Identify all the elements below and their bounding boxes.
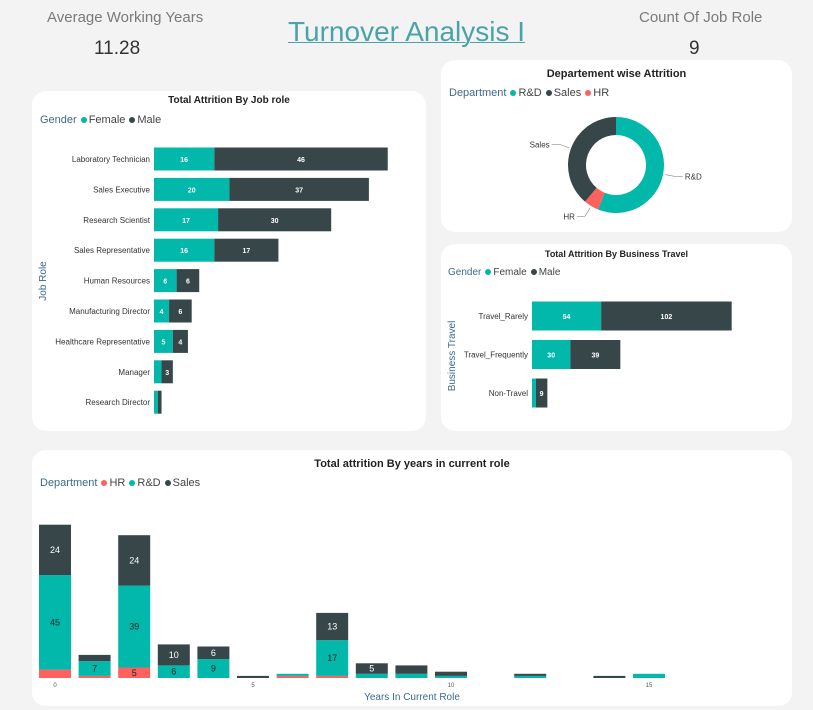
department-card: Departement wise Attrition Department R&D… (441, 60, 792, 232)
data-label: 24 (50, 545, 60, 555)
data-label: 20 (188, 187, 196, 194)
years-role-chart: 45 24 7 5 39 24 6 10 9 6 17 13 5 0 5 10 15 Years In Curre… (39, 524, 665, 703)
data-label: 4 (160, 309, 164, 316)
kpi-job-role-count-value: 9 (689, 38, 700, 59)
bar-segment (514, 673, 547, 676)
data-label: 17 (242, 248, 250, 255)
business-travel-chart: Travel_Rarely 54 102 Travel_Frequently 30 39 N… (447, 301, 732, 408)
data-label: 5 (369, 664, 374, 674)
data-label: 30 (547, 353, 555, 360)
slice-label: Sales (530, 140, 550, 149)
bar-segment (435, 671, 467, 676)
category-label: Manager (118, 368, 150, 377)
data-label: 6 (211, 648, 216, 658)
x-tick-label: 0 (53, 683, 57, 689)
bar-segment (276, 673, 309, 676)
data-label: 5 (132, 668, 137, 678)
data-label: 9 (540, 391, 544, 398)
bar-segment (154, 360, 162, 384)
bar-segment (514, 675, 547, 678)
job-role-chart: Laboratory Technician 16 46Sales Executive… (38, 147, 388, 414)
bar-segment (237, 675, 269, 678)
data-label: 3 (165, 370, 169, 377)
bar-segment (593, 675, 626, 678)
data-label: 46 (297, 157, 305, 164)
kpi-job-role-count-label: Count Of Job Role (639, 9, 763, 26)
bar-segment (395, 665, 428, 674)
x-axis-title: Years In Current Role (364, 692, 460, 703)
data-label: 102 (661, 314, 673, 321)
slice-label: HR (563, 212, 575, 221)
category-label: Human Resources (84, 277, 150, 286)
leader-line (584, 207, 591, 217)
bar-segment (78, 675, 111, 678)
bar-segment (395, 673, 428, 678)
data-label: 54 (563, 314, 571, 321)
x-tick-label: 10 (448, 683, 455, 689)
slice-label: R&D (685, 172, 702, 181)
data-label: 30 (271, 218, 279, 225)
bar-segment (157, 390, 162, 414)
data-label: 37 (295, 187, 303, 194)
category-label: Manufacturing Director (69, 307, 150, 316)
category-label: Research Scientist (83, 216, 150, 225)
department-donut-chart: R&D HR Sales (530, 117, 702, 221)
bar-segment (78, 654, 111, 662)
data-label: 39 (129, 622, 139, 632)
category-label: Research Director (86, 398, 151, 407)
data-label: 6 (163, 279, 167, 286)
data-label: 16 (180, 157, 188, 164)
bar-segment (532, 378, 536, 408)
category-label: Sales Representative (74, 246, 151, 255)
category-label: Travel_Rarely (479, 312, 529, 321)
bar-segment (435, 675, 467, 678)
years-role-card: Total attrition By years in current role… (32, 450, 792, 706)
x-tick-label: 5 (251, 683, 255, 689)
category-label: Non-Travel (489, 389, 528, 398)
data-label: 17 (327, 653, 337, 663)
data-label: 7 (92, 664, 97, 674)
data-label: 4 (178, 339, 182, 346)
category-label: Sales Executive (93, 185, 150, 194)
data-label: 5 (161, 339, 165, 346)
data-label: 45 (50, 617, 60, 627)
category-label: Travel_Frequently (464, 351, 528, 360)
data-label: 10 (169, 650, 179, 660)
bar-segment (39, 669, 71, 678)
data-label: 24 (129, 555, 139, 565)
leader-line (559, 144, 570, 149)
category-label: Healthcare Representative (55, 337, 150, 346)
data-label: 6 (186, 279, 190, 286)
leader-line (665, 174, 675, 177)
x-tick-label: 15 (646, 683, 653, 689)
job-role-card: Total Attrition By Job role Gender Female… (32, 91, 426, 431)
data-label: 17 (182, 218, 190, 225)
data-label: 13 (327, 622, 337, 632)
y-axis-title: Business Travel (447, 321, 458, 392)
bar-segment (276, 675, 309, 678)
business-travel-card: Total Attrition By Business Travel Gende… (441, 244, 792, 431)
data-label: 9 (211, 664, 216, 674)
category-label: Laboratory Technician (72, 155, 150, 164)
data-label: 6 (178, 309, 182, 316)
bar-segment (355, 673, 388, 678)
bar-segment (316, 675, 349, 678)
bar-segment (633, 673, 665, 678)
bar-segment (154, 390, 158, 414)
data-label: 6 (171, 667, 176, 677)
donut-slice (568, 117, 616, 202)
data-label: 16 (180, 248, 188, 255)
y-axis-title: Job Role (38, 261, 49, 301)
data-label: 39 (591, 353, 599, 360)
